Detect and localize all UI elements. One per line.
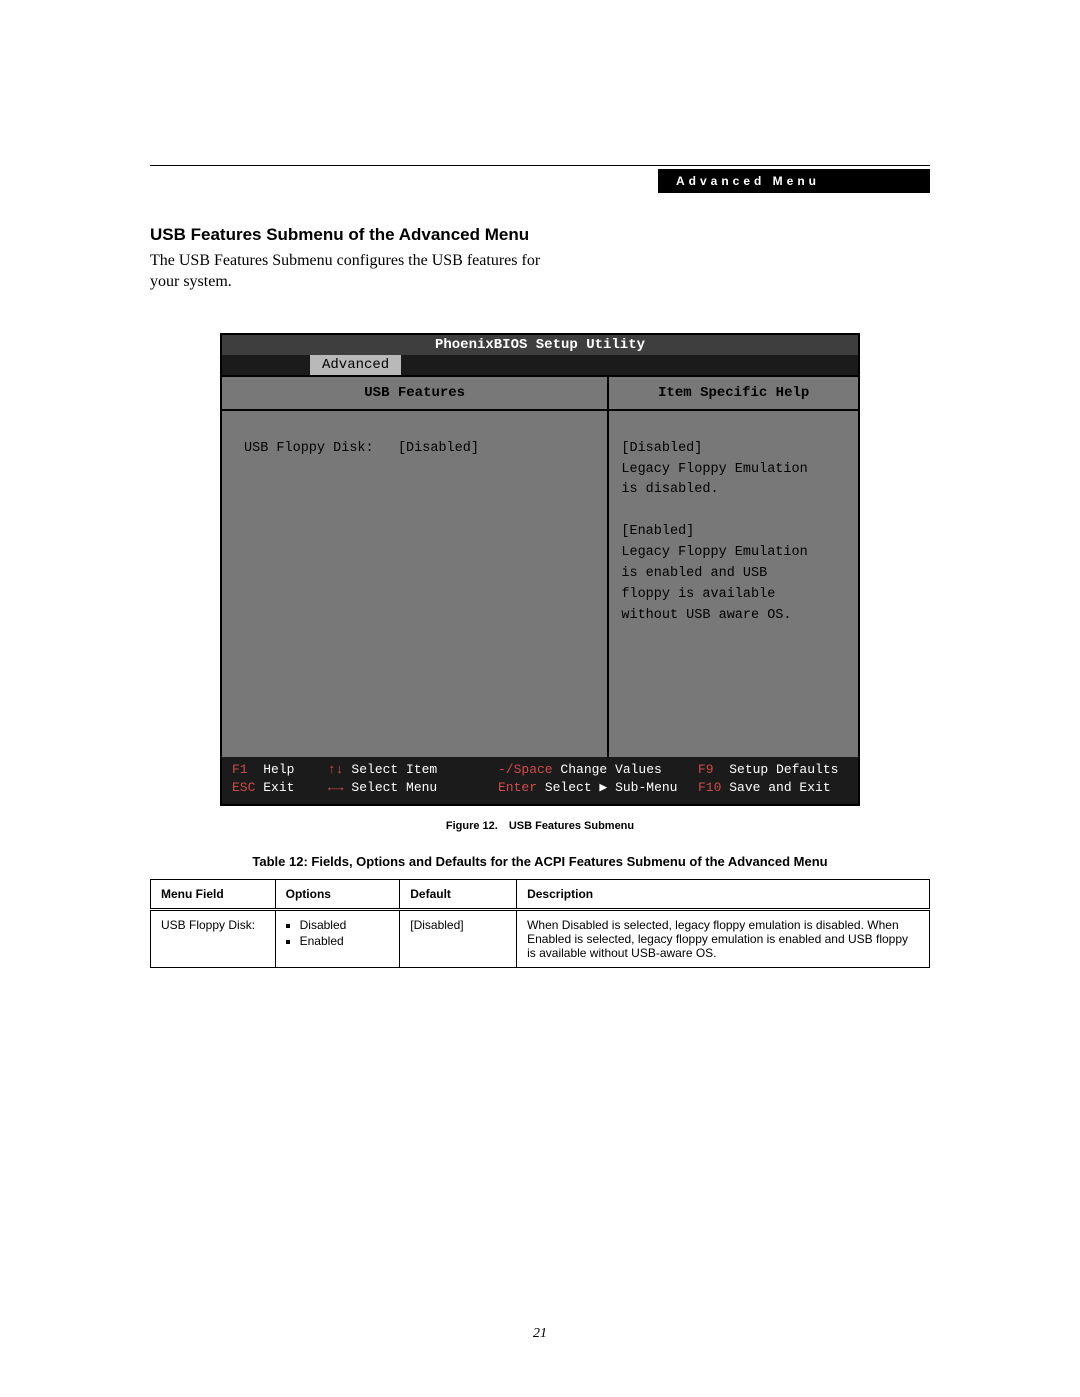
bios-left-body: USB Floppy Disk: [Disabled] [222, 411, 607, 757]
label-save-exit: Save and Exit [729, 780, 830, 795]
header-bar: Advanced Menu [150, 169, 930, 193]
intro-text: The USB Features Submenu configures the … [150, 251, 570, 293]
bios-right-panel: Item Specific Help [Disabled] Legacy Flo… [609, 377, 858, 757]
figure-caption: Figure 12. USB Features Submenu [150, 820, 930, 832]
table-caption: Table 12: Fields, Options and Defaults f… [150, 854, 930, 869]
th-description: Description [517, 880, 930, 910]
label-select-item: Select Item [351, 762, 437, 777]
option-disabled: Disabled [300, 918, 390, 932]
key-arrows-lr: ←→ [328, 779, 344, 798]
key-arrows-ud: ↑↓ [328, 761, 344, 780]
cell-description: When Disabled is selected, legacy floppy… [517, 910, 930, 968]
key-esc: ESC [232, 779, 255, 798]
cell-default: [Disabled] [400, 910, 517, 968]
bios-tabbar: Advanced [222, 355, 858, 375]
bios-tab-advanced: Advanced [310, 355, 401, 375]
option-enabled: Enabled [300, 934, 390, 948]
bios-right-title: Item Specific Help [609, 377, 858, 411]
bios-footer: F1 Help ↑↓ Select Item -/Space Change Va… [222, 757, 858, 805]
page: Advanced Menu USB Features Submenu of th… [0, 0, 1080, 1397]
label-help: Help [263, 762, 294, 777]
options-table: Menu Field Options Default Description U… [150, 879, 930, 968]
label-exit: Exit [263, 780, 294, 795]
table-header-row: Menu Field Options Default Description [151, 880, 930, 910]
page-number: 21 [0, 1326, 1080, 1342]
bios-field-value: [Disabled] [398, 441, 479, 456]
bios-screenshot: PhoenixBIOS Setup Utility Advanced USB F… [220, 333, 860, 807]
label-change-values: Change Values [560, 762, 661, 777]
th-menu-field: Menu Field [151, 880, 276, 910]
th-options: Options [275, 880, 400, 910]
table-row: USB Floppy Disk: Disabled Enabled [Disab… [151, 910, 930, 968]
section-heading: USB Features Submenu of the Advanced Men… [150, 225, 930, 245]
header-label: Advanced Menu [658, 169, 930, 193]
bios-body: USB Features USB Floppy Disk: [Disabled]… [222, 375, 858, 757]
cell-menu-field: USB Floppy Disk: [151, 910, 276, 968]
bios-left-panel: USB Features USB Floppy Disk: [Disabled] [222, 377, 609, 757]
key-f10: F10 [698, 779, 721, 798]
key-f1: F1 [232, 761, 248, 780]
key-minus-space: -/Space [498, 761, 553, 780]
bios-left-title: USB Features [222, 377, 607, 411]
th-default: Default [400, 880, 517, 910]
bios-field-label: USB Floppy Disk: [244, 441, 374, 456]
bios-help-text: [Disabled] Legacy Floppy Emulation is di… [609, 411, 858, 757]
key-f9: F9 [698, 761, 714, 780]
label-select-sub: Select ▶ Sub-Menu [545, 780, 678, 795]
key-enter: Enter [498, 779, 537, 798]
label-select-menu: Select Menu [351, 780, 437, 795]
header-rule [150, 165, 930, 166]
label-setup-defaults: Setup Defaults [729, 762, 838, 777]
cell-options: Disabled Enabled [275, 910, 400, 968]
bios-title: PhoenixBIOS Setup Utility [222, 335, 858, 355]
